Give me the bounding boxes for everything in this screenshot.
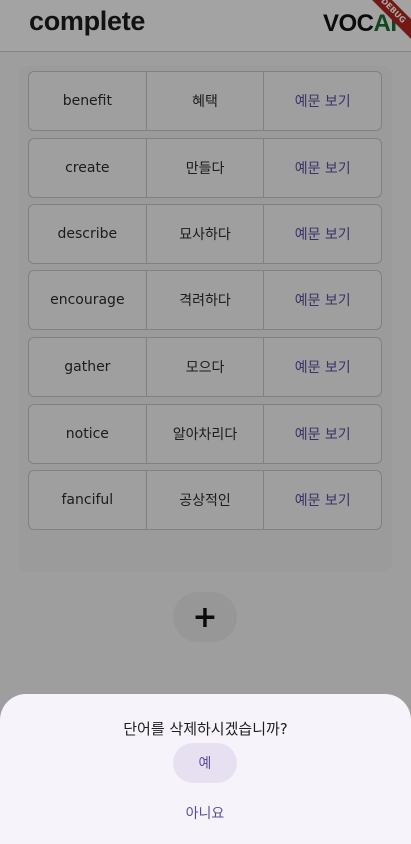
delete-confirm-sheet: 단어를 삭제하시겠습니까? 예 아니요 [0,694,411,844]
confirm-delete-button[interactable]: 예 [173,743,237,783]
delete-confirm-message: 단어를 삭제하시겠습니까? [123,720,288,738]
cancel-delete-button[interactable]: 아니요 [165,798,245,828]
